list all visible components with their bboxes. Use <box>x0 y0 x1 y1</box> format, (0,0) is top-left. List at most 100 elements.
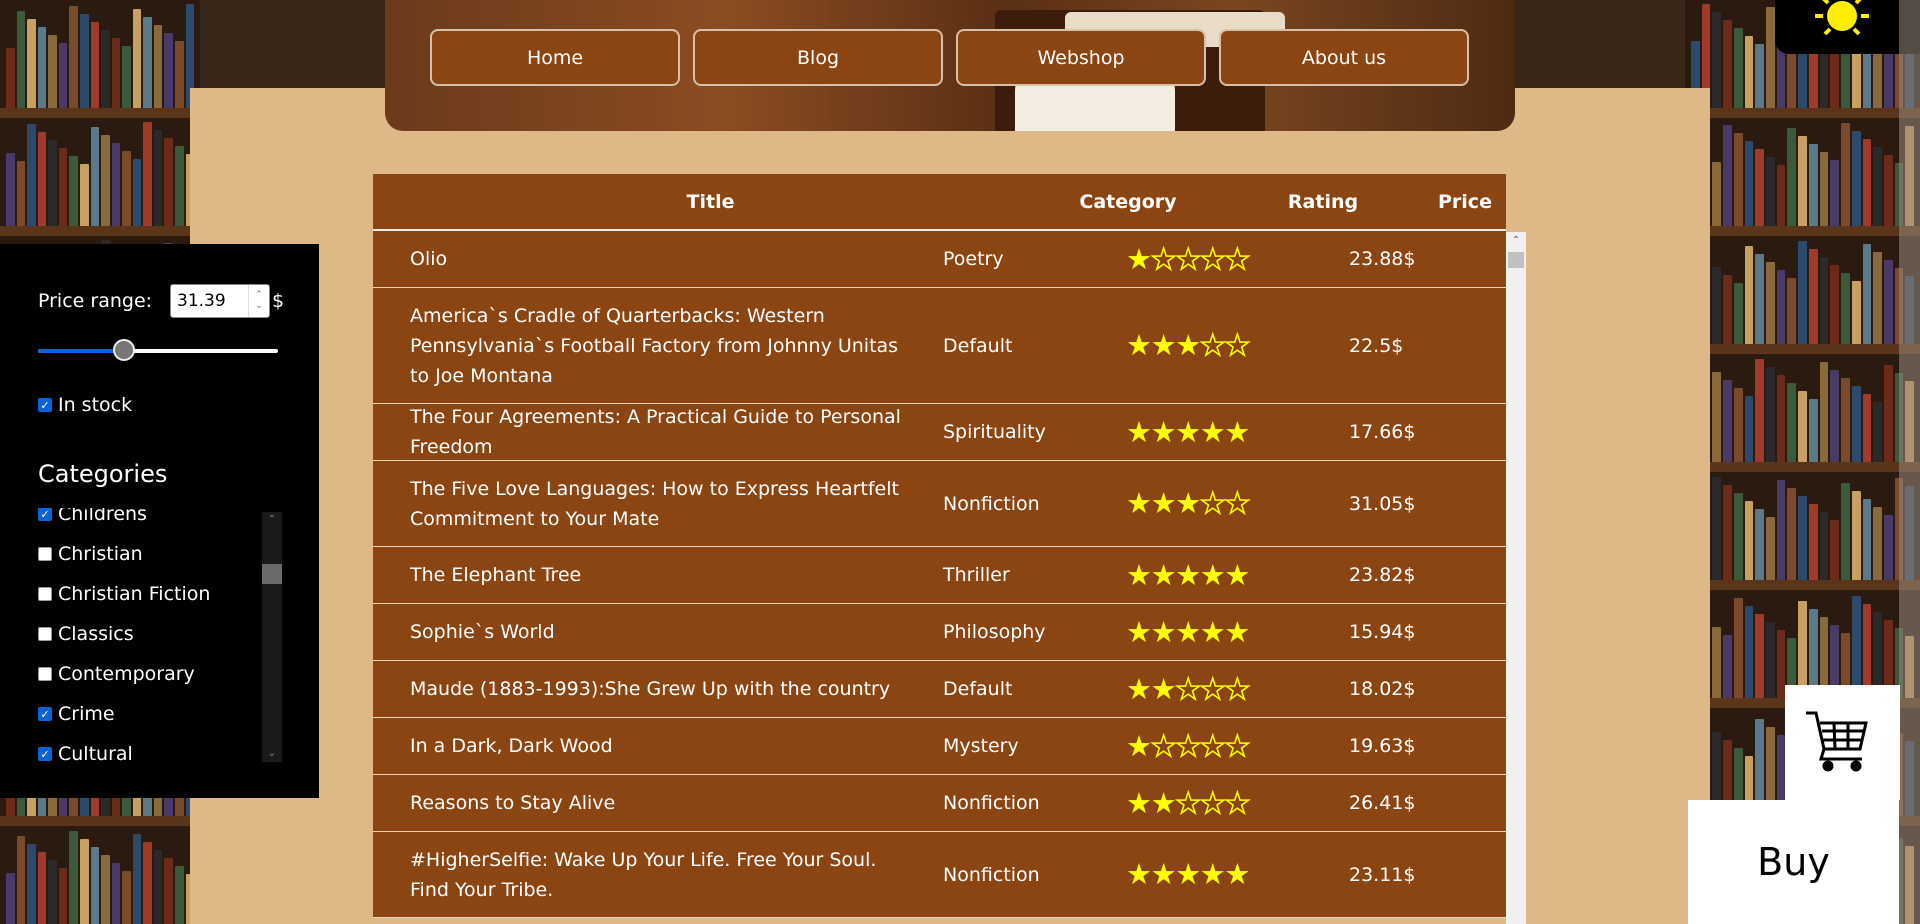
category-item[interactable]: Contemporary <box>38 654 210 694</box>
star-filled-icon: ★ <box>1126 328 1152 362</box>
header-price[interactable]: Price <box>1438 191 1492 213</box>
table-row[interactable]: The Five Love Languages: How to Express … <box>373 461 1506 547</box>
category-checkbox[interactable]: ✓ <box>38 508 52 521</box>
header-rating[interactable]: Rating <box>1208 191 1438 213</box>
category-label: Crime <box>58 703 115 725</box>
book-title: Sophie`s World <box>410 621 555 643</box>
category-label: Contemporary <box>58 663 195 685</box>
book-price: 23.11$ <box>1349 863 1416 886</box>
star-filled-icon: ★ <box>1224 614 1251 649</box>
category-item[interactable]: ✓ Childrens <box>38 508 210 534</box>
category-checkbox[interactable] <box>38 627 52 641</box>
book-rating: ★ ★ ★ ★ ★ <box>1122 328 1337 362</box>
table-row[interactable]: America`s Cradle of Quarterbacks: Wester… <box>373 288 1506 404</box>
in-stock-filter[interactable]: ✓ In stock <box>38 394 132 416</box>
star-empty-icon: ★ <box>1199 241 1226 276</box>
star-filled-icon: ★ <box>1199 857 1226 891</box>
star-filled-icon: ★ <box>1150 328 1177 362</box>
table-row[interactable]: In a Dark, Dark Wood Mystery ★ ★ ★ ★ ★ 19.63$ <box>373 718 1506 775</box>
nav-blog-button[interactable]: Blog <box>693 29 943 86</box>
table-row[interactable]: Sophie`s World Philosophy ★ ★ ★ ★ ★ 15.94$ <box>373 604 1506 661</box>
book-category: Philosophy <box>943 621 1046 643</box>
star-filled-icon: ★ <box>1126 728 1152 763</box>
header-title[interactable]: Title <box>373 187 1048 217</box>
table-scroll-thumb[interactable] <box>1508 252 1524 268</box>
nav-webshop-button[interactable]: Webshop <box>956 29 1206 86</box>
book-title: In a Dark, Dark Wood <box>410 735 613 757</box>
star-empty-icon: ★ <box>1174 728 1202 763</box>
table-row[interactable]: The Four Agreements: A Practical Guide t… <box>373 404 1506 461</box>
table-row[interactable]: Reasons to Stay Alive Nonfiction ★ ★ ★ ★ ★ 26.4… <box>373 775 1506 832</box>
star-filled-icon: ★ <box>1224 557 1251 592</box>
category-item[interactable]: ✓ Cultural <box>38 734 210 762</box>
star-filled-icon: ★ <box>1150 414 1177 449</box>
book-rating: ★ ★ ★ ★ ★ <box>1122 728 1337 763</box>
star-filled-icon: ★ <box>1126 557 1152 592</box>
scroll-up-icon[interactable]: ⌃ <box>262 512 282 528</box>
star-filled-icon: ★ <box>1224 857 1251 891</box>
category-item[interactable]: ✓ Crime <box>38 694 210 734</box>
scroll-down-icon[interactable]: ⌄ <box>262 746 282 762</box>
star-empty-icon: ★ <box>1150 728 1177 763</box>
price-input[interactable]: 31.39 ⌃ ⌄ <box>170 284 270 318</box>
book-price: 18.02$ <box>1349 678 1416 700</box>
star-empty-icon: ★ <box>1174 785 1202 820</box>
table-row[interactable]: Maude (1883-1993):She Grew Up with the c… <box>373 661 1506 718</box>
price-slider[interactable] <box>38 339 278 362</box>
header-category[interactable]: Category <box>1048 191 1208 213</box>
book-category: Nonfiction <box>943 863 1040 886</box>
book-category: Nonfiction <box>943 792 1040 814</box>
book-price: 23.82$ <box>1349 564 1416 586</box>
main-nav: Home Blog Webshop About us <box>430 29 1469 86</box>
star-filled-icon: ★ <box>1126 241 1152 276</box>
book-title: The Five Love Languages: How to Express … <box>410 477 899 530</box>
star-empty-icon: ★ <box>1199 728 1226 763</box>
book-title: America`s Cradle of Quarterbacks: Wester… <box>410 304 899 387</box>
book-price: 23.88$ <box>1349 248 1416 270</box>
slider-thumb[interactable] <box>113 339 136 361</box>
star-empty-icon: ★ <box>1199 785 1226 820</box>
category-item[interactable]: Christian <box>38 534 210 574</box>
book-title: Olio <box>410 248 448 270</box>
category-checkbox[interactable] <box>38 547 52 561</box>
star-empty-icon: ★ <box>1224 671 1251 706</box>
star-empty-icon: ★ <box>1224 486 1251 520</box>
books-table: Title Category Rating Price Olio Poetry ★ ★… <box>373 174 1506 924</box>
in-stock-checkbox[interactable]: ✓ <box>38 398 52 412</box>
sun-icon <box>1815 0 1869 36</box>
category-item[interactable]: Christian Fiction <box>38 574 210 614</box>
star-empty-icon: ★ <box>1199 486 1226 520</box>
table-row[interactable]: The Elephant Tree Thriller ★ ★ ★ ★ ★ 23.82$ <box>373 547 1506 604</box>
book-price: 15.94$ <box>1349 621 1416 643</box>
category-checkbox[interactable] <box>38 587 52 601</box>
category-checkbox[interactable]: ✓ <box>38 707 52 721</box>
table-row[interactable]: Olio Poetry ★ ★ ★ ★ ★ 23.88$ <box>373 231 1506 288</box>
table-scroll-up-icon[interactable]: ⌃ <box>1506 232 1526 249</box>
category-checkbox[interactable]: ✓ <box>38 747 52 761</box>
star-empty-icon: ★ <box>1224 328 1251 362</box>
nav-about-button[interactable]: About us <box>1219 29 1469 86</box>
table-scrollbar[interactable]: ⌃ <box>1506 232 1526 924</box>
currency-label: $ <box>272 290 285 312</box>
buy-button[interactable]: Buy <box>1688 800 1899 924</box>
star-filled-icon: ★ <box>1175 614 1202 649</box>
category-checkbox[interactable] <box>38 667 52 681</box>
star-empty-icon: ★ <box>1224 728 1251 763</box>
book-category: Mystery <box>943 735 1019 757</box>
nav-home-button[interactable]: Home <box>430 29 680 86</box>
category-item[interactable]: Classics <box>38 614 210 654</box>
price-spinner[interactable]: ⌃ ⌄ <box>248 285 269 317</box>
category-scrollbar[interactable]: ⌃ ⌄ <box>262 512 282 762</box>
category-label: Christian <box>58 543 143 565</box>
star-empty-icon: ★ <box>1199 328 1226 362</box>
table-row[interactable]: #HigherSelfie: Wake Up Your Life. Free Y… <box>373 832 1506 918</box>
book-title: #HigherSelfie: Wake Up Your Life. Free Y… <box>410 848 877 901</box>
book-price: 26.41$ <box>1349 792 1416 814</box>
book-category: Default <box>943 334 1013 357</box>
category-scroll-thumb[interactable] <box>262 564 282 584</box>
book-rating: ★ ★ ★ ★ ★ <box>1122 414 1337 449</box>
star-filled-icon: ★ <box>1126 614 1152 649</box>
star-filled-icon: ★ <box>1150 614 1177 649</box>
page-scrollbar[interactable] <box>1899 0 1920 924</box>
cart-button[interactable] <box>1785 685 1900 800</box>
